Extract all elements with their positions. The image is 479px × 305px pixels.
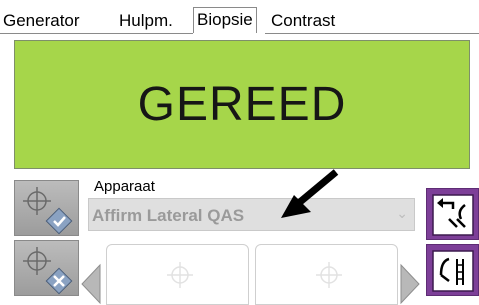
next-arrow-icon[interactable] <box>399 263 421 305</box>
needle-settings-button[interactable] <box>426 244 479 296</box>
right-tool-column <box>426 188 479 305</box>
target-slot[interactable] <box>255 244 398 305</box>
switch-arrows-icon <box>432 194 474 236</box>
needle-gauge-icon <box>432 250 474 292</box>
target-slot[interactable] <box>106 244 249 305</box>
crosshair-icon <box>167 262 193 288</box>
previous-arrow-icon[interactable] <box>80 263 102 305</box>
crosshair-icon <box>316 262 342 288</box>
switch-view-button[interactable] <box>426 188 479 240</box>
